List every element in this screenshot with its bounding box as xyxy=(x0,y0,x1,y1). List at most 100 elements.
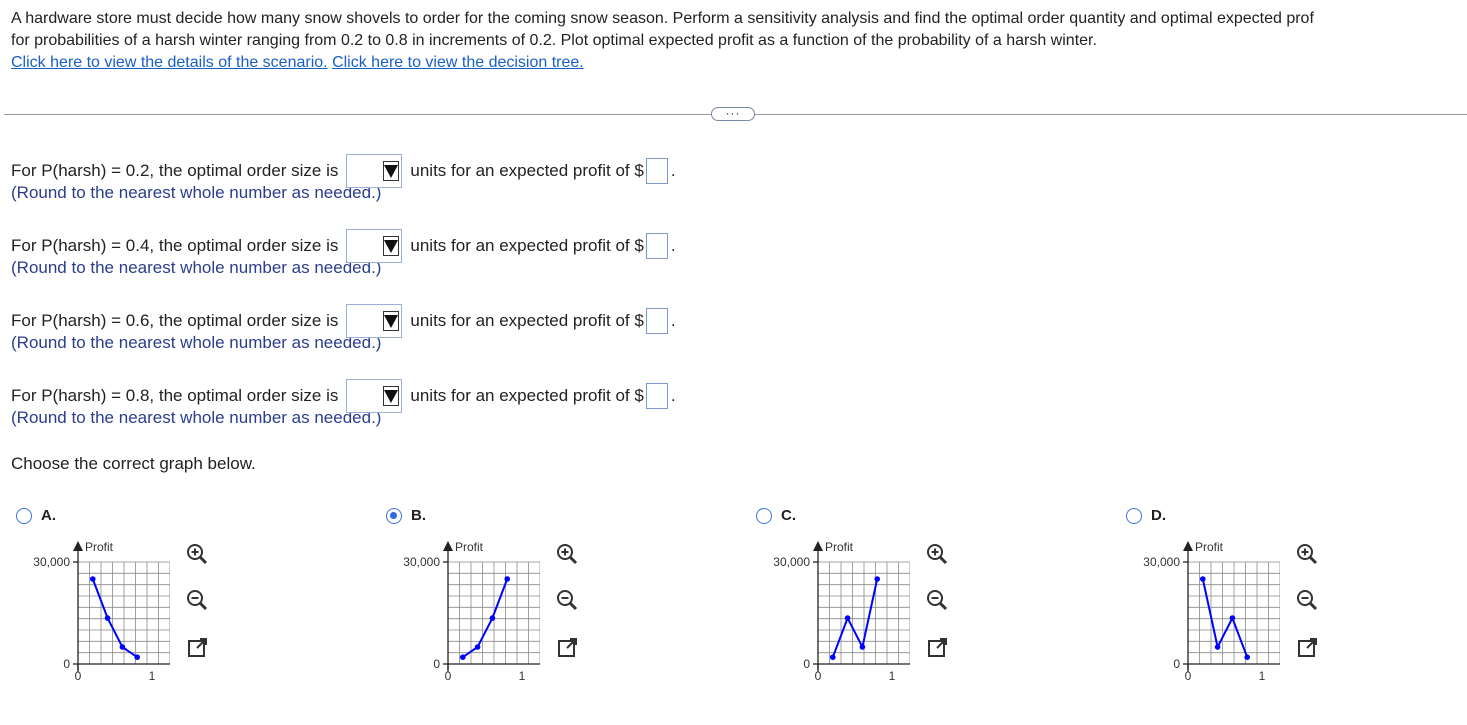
zoom-in-icon[interactable] xyxy=(1294,541,1320,567)
question-2-hint: (Round to the nearest whole number as ne… xyxy=(11,258,382,277)
zoom-out-icon[interactable] xyxy=(924,587,950,613)
option-b-label: B. xyxy=(411,507,426,524)
question-4-hint: (Round to the nearest whole number as ne… xyxy=(11,408,382,427)
radio-d[interactable] xyxy=(1126,507,1142,524)
option-a-label: A. xyxy=(41,507,56,524)
zoom-out-icon[interactable] xyxy=(184,587,210,613)
period: . xyxy=(670,311,676,330)
graph-b: Profit30,000001p xyxy=(403,540,540,683)
more-button[interactable]: ··· xyxy=(711,107,755,121)
series-line xyxy=(831,578,879,658)
expand-icon[interactable] xyxy=(185,635,211,661)
x-tick-label-one: 1 xyxy=(149,669,156,683)
zoom-out-icon[interactable] xyxy=(554,587,580,613)
y-axis-title: Profit xyxy=(1195,540,1224,554)
y-axis-title: Profit xyxy=(85,540,114,554)
y-tick-label-top: 30,000 xyxy=(1143,555,1180,569)
question-4: For P(harsh) = 0.8, the optimal order si… xyxy=(11,379,676,428)
data-point xyxy=(1244,654,1250,660)
question-3-prefix: For P(harsh) = 0.6, the optimal order si… xyxy=(11,311,339,330)
expand-icon[interactable] xyxy=(1295,635,1321,661)
dropdown-arrow-icon xyxy=(383,311,400,331)
order-size-dropdown-4[interactable] xyxy=(346,379,403,413)
dropdown-arrow-icon xyxy=(383,161,400,181)
choose-instruction: Choose the correct graph below. xyxy=(11,454,256,473)
x-tick-label-one: 1 xyxy=(1259,669,1266,683)
y-tick-label-top: 30,000 xyxy=(33,555,70,569)
data-point xyxy=(504,576,510,582)
series-line xyxy=(462,578,509,659)
profit-input-2[interactable] xyxy=(645,233,668,259)
x-tick-label-zero: 0 xyxy=(445,669,452,683)
radio-c[interactable] xyxy=(756,507,772,524)
y-axis-title: Profit xyxy=(455,540,484,554)
period: . xyxy=(670,236,676,255)
y-axis-arrow-icon xyxy=(1183,541,1193,551)
profit-input-1[interactable] xyxy=(645,158,668,184)
zoom-in-icon[interactable] xyxy=(184,541,210,567)
y-tick-label-top: 30,000 xyxy=(773,555,810,569)
data-point xyxy=(134,654,140,660)
intro-line-1: A hardware store must decide how many sn… xyxy=(11,10,1314,27)
option-d-label: D. xyxy=(1151,507,1166,524)
x-tick-label-zero: 0 xyxy=(1185,669,1192,683)
data-point xyxy=(119,644,126,650)
question-3: For P(harsh) = 0.6, the optimal order si… xyxy=(11,304,676,353)
radio-a[interactable] xyxy=(16,507,32,524)
question-1-hint: (Round to the nearest whole number as ne… xyxy=(11,183,382,202)
zoom-in-icon[interactable] xyxy=(924,541,950,567)
intro-links: Click here to view the details of the sc… xyxy=(11,52,1467,74)
zoom-in-icon[interactable] xyxy=(554,541,580,567)
data-point xyxy=(1200,576,1206,582)
data-point xyxy=(1214,644,1221,650)
question-1-mid: units for an expected profit of $ xyxy=(410,161,644,180)
graph-c: Profit30,000001p xyxy=(773,540,910,683)
option-d[interactable]: D. xyxy=(1126,507,1166,524)
question-4-prefix: For P(harsh) = 0.8, the optimal order si… xyxy=(11,386,339,405)
option-c[interactable]: C. xyxy=(756,507,796,524)
radio-b[interactable] xyxy=(386,507,402,524)
graph-a: Profit30,000001p xyxy=(33,540,170,683)
data-point xyxy=(830,654,836,660)
data-point xyxy=(1229,615,1236,621)
y-tick-label-zero: 0 xyxy=(433,657,440,671)
y-tick-label-zero: 0 xyxy=(63,657,70,671)
y-axis-arrow-icon xyxy=(443,541,453,551)
graph-d: Profit30,000001p xyxy=(1143,540,1280,683)
order-size-dropdown-2[interactable] xyxy=(346,229,403,263)
question-1: For P(harsh) = 0.2, the optimal order si… xyxy=(11,154,676,203)
expand-icon[interactable] xyxy=(925,635,951,661)
intro-line-2: for probabilities of a harsh winter rang… xyxy=(11,32,1097,49)
question-3-mid: units for an expected profit of $ xyxy=(410,311,644,330)
series-line xyxy=(91,578,138,659)
option-a[interactable]: A. xyxy=(16,507,56,524)
order-size-dropdown-3[interactable] xyxy=(346,304,403,338)
option-b[interactable]: B. xyxy=(386,507,426,524)
x-tick-label-one: 1 xyxy=(889,669,896,683)
question-3-hint: (Round to the nearest whole number as ne… xyxy=(11,333,382,352)
y-tick-label-top: 30,000 xyxy=(403,555,440,569)
scenario-link[interactable]: Click here to view the details of the sc… xyxy=(11,54,328,71)
x-tick-label-zero: 0 xyxy=(815,669,822,683)
data-point xyxy=(104,615,111,621)
option-c-label: C. xyxy=(781,507,796,524)
decision-tree-link[interactable]: Click here to view the decision tree. xyxy=(332,54,584,71)
data-point xyxy=(460,654,466,660)
data-point xyxy=(874,576,880,582)
data-point xyxy=(859,644,866,650)
dropdown-arrow-icon xyxy=(383,386,400,406)
x-tick-label-one: 1 xyxy=(519,669,526,683)
y-axis-title: Profit xyxy=(825,540,854,554)
y-tick-label-zero: 0 xyxy=(1173,657,1180,671)
zoom-out-icon[interactable] xyxy=(1294,587,1320,613)
problem-statement: A hardware store must decide how many sn… xyxy=(11,8,1467,74)
profit-input-3[interactable] xyxy=(645,308,668,334)
question-1-prefix: For P(harsh) = 0.2, the optimal order si… xyxy=(11,161,339,180)
data-point xyxy=(90,576,96,582)
x-tick-label-zero: 0 xyxy=(75,669,82,683)
y-axis-arrow-icon xyxy=(813,541,823,551)
expand-icon[interactable] xyxy=(555,635,581,661)
order-size-dropdown-1[interactable] xyxy=(346,154,403,188)
data-point xyxy=(844,615,851,621)
profit-input-4[interactable] xyxy=(645,383,668,409)
